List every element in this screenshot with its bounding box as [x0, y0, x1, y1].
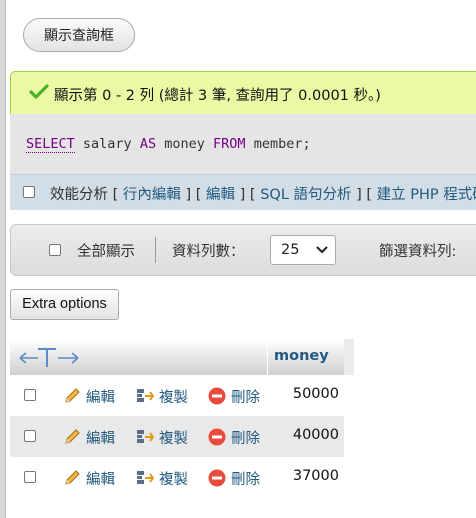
sql-table: member;	[253, 136, 311, 152]
bracket-sep: ] [	[239, 187, 256, 203]
header-gap	[344, 339, 354, 375]
sql-column: salary	[82, 136, 132, 152]
column-separator	[267, 339, 268, 375]
delete-icon	[207, 468, 227, 492]
copy-row-link[interactable]: 複製	[135, 427, 188, 451]
table-header: money	[10, 339, 354, 375]
rows-count-select[interactable]: 25	[270, 235, 336, 265]
copy-row-link[interactable]: 複製	[135, 468, 188, 492]
sql-alias: money	[164, 136, 205, 152]
rows-count-value: 25	[281, 242, 300, 258]
sql-keyword-as: AS	[139, 136, 157, 152]
edit-query-link[interactable]: 編輯	[206, 187, 235, 203]
edit-label: 編輯	[86, 431, 115, 447]
pencil-icon	[62, 427, 82, 451]
profiling-checkbox[interactable]	[23, 186, 35, 198]
check-icon	[29, 84, 49, 104]
filter-rows-label: 篩選資料列:	[379, 244, 457, 260]
create-php-code-link[interactable]: 建立 PHP 程式碼	[377, 187, 476, 203]
show-all-label[interactable]: 全部顯示	[77, 240, 135, 261]
money-value: 37000	[292, 468, 339, 484]
extra-options-button[interactable]: Extra options	[10, 289, 119, 320]
copy-icon	[135, 468, 155, 492]
delete-row-link[interactable]: 刪除	[207, 427, 260, 451]
delete-row-link[interactable]: 刪除	[207, 468, 260, 492]
copy-icon	[135, 386, 155, 410]
table-row: 編輯 複製 刪除 37000	[10, 457, 344, 498]
column-arrows-icon[interactable]	[18, 344, 80, 374]
edit-row-link[interactable]: 編輯	[62, 427, 115, 451]
copy-label: 複製	[159, 472, 188, 488]
bracket-open: [	[112, 187, 119, 203]
navigation-bar: 全部顯示 資料列數： 25 篩選資料列:	[10, 224, 476, 276]
edit-row-link[interactable]: 編輯	[62, 468, 115, 492]
copy-label: 複製	[159, 390, 188, 406]
bracket-sep: ] [	[356, 187, 373, 203]
show-all-checkbox[interactable]	[49, 244, 61, 256]
money-value: 50000	[292, 386, 339, 402]
divider	[155, 237, 156, 263]
left-sidebar-edge	[0, 0, 6, 518]
pencil-icon	[62, 468, 82, 492]
row-checkbox[interactable]	[24, 471, 36, 483]
sql-query-display: SELECT salary AS money FROM member;	[10, 114, 476, 174]
copy-row-link[interactable]: 複製	[135, 386, 188, 410]
sql-code: SELECT salary AS money FROM member;	[26, 136, 311, 153]
bracket-sep: ] [	[185, 187, 202, 203]
profiling-label: 效能分析	[50, 187, 108, 203]
results-table: money 編輯 複製 刪除 50000 編輯 複製 刪除 40000 編輯 複…	[10, 339, 354, 498]
column-header-money[interactable]: money	[274, 348, 329, 364]
table-row: 編輯 複製 刪除 40000	[10, 416, 344, 457]
sql-keyword-from: FROM	[213, 136, 246, 152]
sql-keyword-select[interactable]: SELECT	[26, 136, 75, 153]
row-checkbox[interactable]	[24, 389, 36, 401]
edit-label: 編輯	[86, 472, 115, 488]
delete-label: 刪除	[231, 390, 260, 406]
copy-icon	[135, 427, 155, 451]
show-query-box-button[interactable]: 顯示查詢框	[23, 18, 135, 52]
edit-row-link[interactable]: 編輯	[62, 386, 115, 410]
money-value: 40000	[292, 427, 339, 443]
explain-sql-link[interactable]: SQL 語句分析	[260, 187, 351, 203]
rows-count-label: 資料列數：	[172, 244, 245, 260]
inline-edit-link[interactable]: 行內編輯	[123, 187, 181, 203]
query-tools-bar: 效能分析 [ 行內編輯 ] [ 編輯 ] [ SQL 語句分析 ] [ 建立 P…	[10, 174, 476, 210]
delete-row-link[interactable]: 刪除	[207, 386, 260, 410]
delete-icon	[207, 386, 227, 410]
table-row: 編輯 複製 刪除 50000	[10, 375, 344, 416]
chevron-down-icon	[316, 236, 328, 274]
copy-label: 複製	[159, 431, 188, 447]
delete-label: 刪除	[231, 472, 260, 488]
edit-label: 編輯	[86, 390, 115, 406]
row-checkbox[interactable]	[24, 430, 36, 442]
delete-icon	[207, 427, 227, 451]
pencil-icon	[62, 386, 82, 410]
success-message: 顯示第 0 - 2 列 (總計 3 筆, 查詢用了 0.0001 秒。)	[10, 71, 476, 115]
delete-label: 刪除	[231, 431, 260, 447]
success-text: 顯示第 0 - 2 列 (總計 3 筆, 查詢用了 0.0001 秒。)	[54, 88, 381, 104]
